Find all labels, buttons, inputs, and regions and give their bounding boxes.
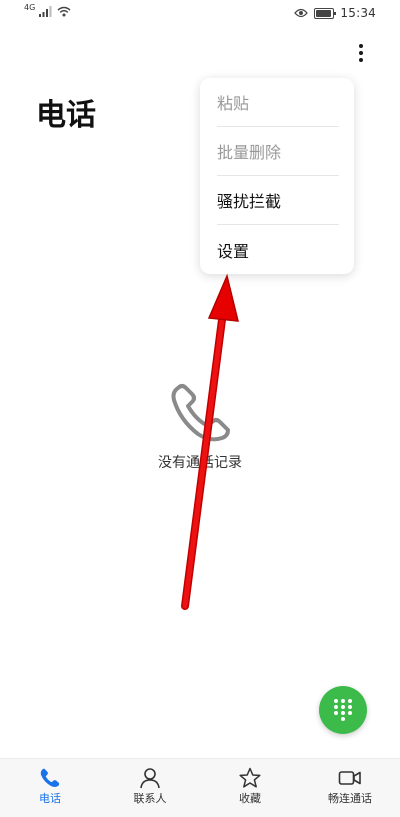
more-options-button[interactable] [347,38,375,68]
status-right: 15:34 [294,6,376,20]
video-call-icon [338,771,361,785]
signal-icon [39,6,52,17]
more-dot-icon [359,51,363,55]
nav-label-phone: 电话 [39,792,61,805]
more-dot-icon [359,44,363,48]
dialpad-button[interactable] [319,686,367,734]
dialpad-icon [334,699,352,721]
battery-icon [314,7,337,19]
contacts-icon [140,768,160,789]
overflow-menu: 粘贴 批量删除 骚扰拦截 设置 [200,78,354,274]
phone-icon [40,768,60,787]
menu-item-batch-delete[interactable]: 批量删除 [217,127,339,176]
menu-item-harassment-block[interactable]: 骚扰拦截 [217,176,339,225]
nav-item-video-call[interactable]: 畅连通话 [300,759,400,817]
status-bar: 4G 15:34 [0,0,400,28]
nav-label-favorites: 收藏 [239,792,261,805]
bottom-nav: 电话 联系人 收藏 畅连通话 [0,758,400,817]
wifi-icon [57,6,71,17]
menu-item-paste[interactable]: 粘贴 [217,78,339,127]
status-left: 4G [24,3,71,17]
nav-item-phone[interactable]: 电话 [0,759,100,817]
nav-label-video-call: 畅连通话 [328,792,372,805]
menu-item-settings[interactable]: 设置 [217,225,339,274]
page-title: 电话 [36,98,96,133]
more-dot-icon [359,58,363,62]
nav-item-contacts[interactable]: 联系人 [100,759,200,817]
nav-item-favorites[interactable]: 收藏 [200,759,300,817]
eye-comfort-icon [294,8,309,18]
empty-state-message: 没有通话记录 [158,455,242,471]
nav-label-contacts: 联系人 [133,792,167,805]
star-icon [239,767,261,788]
status-time: 15:34 [340,6,376,20]
network-type-label: 4G [24,3,36,12]
phone-outline-icon [171,384,230,442]
